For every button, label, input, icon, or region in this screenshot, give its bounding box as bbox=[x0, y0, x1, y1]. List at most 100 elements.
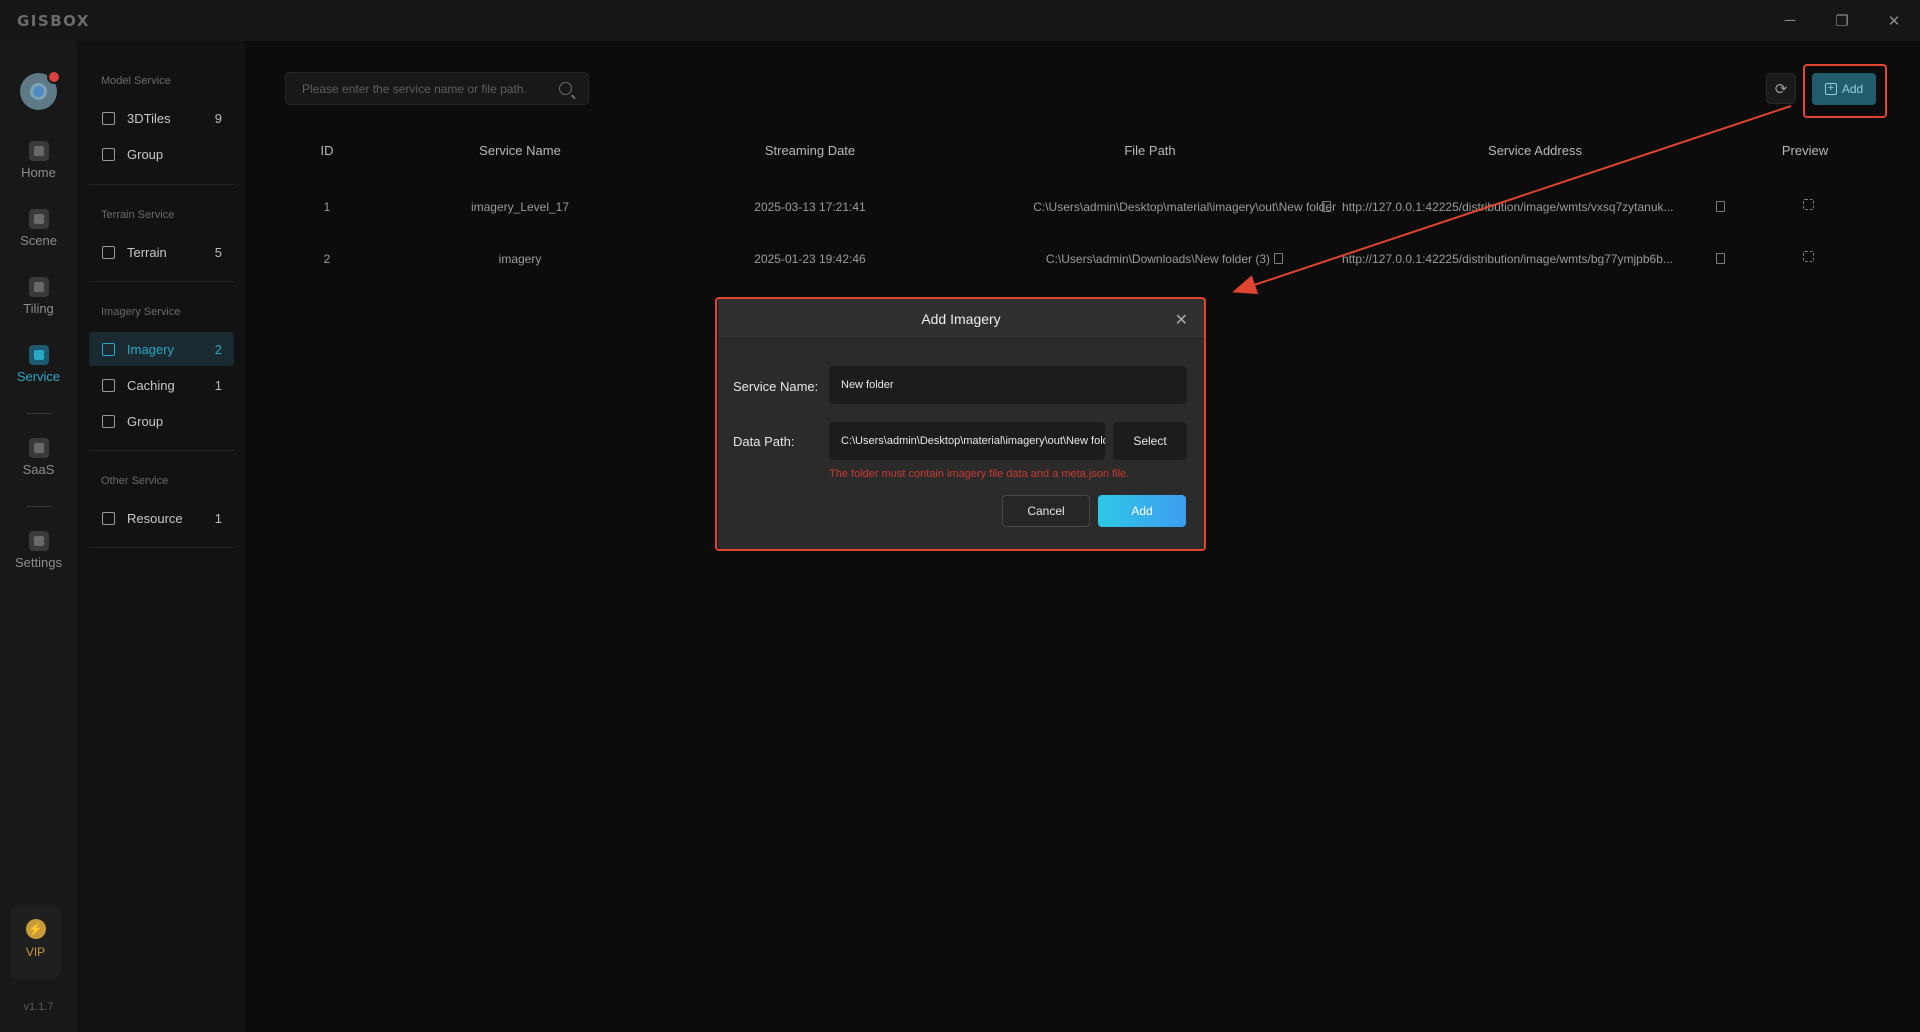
saas-icon bbox=[28, 438, 49, 458]
cell-service-address: http://127.0.0.1:42225/distribution/imag… bbox=[1342, 252, 1702, 266]
copy-address-icon[interactable] bbox=[1716, 201, 1725, 212]
file-path-text: C:\Users\admin\Desktop\material\imagery\… bbox=[1033, 200, 1336, 214]
sidebar-divider bbox=[89, 547, 234, 548]
imagery-icon bbox=[102, 342, 115, 356]
cell-service-address: http://127.0.0.1:42225/distribution/imag… bbox=[1342, 200, 1702, 214]
rail-label-tiling: Tiling bbox=[23, 301, 54, 316]
service-address-text: http://127.0.0.1:42225/distribution/imag… bbox=[1342, 252, 1673, 266]
rail-label-saas: SaaS bbox=[22, 462, 55, 477]
sidebar-item-3dtiles[interactable]: 3DTiles 9 bbox=[89, 101, 234, 135]
rail-label-home: Home bbox=[21, 165, 56, 180]
cell-streaming-date: 2025-03-13 17:21:41 bbox=[754, 200, 866, 214]
tiling-icon bbox=[28, 277, 49, 297]
cell-file-path: C:\Users\admin\Desktop\material\imagery\… bbox=[940, 200, 1360, 214]
search-icon[interactable] bbox=[559, 82, 572, 95]
rail-label-scene: Scene bbox=[20, 233, 57, 248]
cell-service-name: imagery_Level_17 bbox=[470, 200, 570, 214]
window-controls: ─ ❐ ✕ bbox=[1764, 0, 1920, 41]
sidebar-item-count: 2 bbox=[214, 341, 222, 357]
cancel-button[interactable]: Cancel bbox=[1002, 495, 1090, 527]
service-address-text: http://127.0.0.1:42225/distribution/imag… bbox=[1342, 200, 1674, 214]
confirm-add-button[interactable]: Add bbox=[1098, 495, 1186, 527]
sidebar-item-label: Imagery bbox=[127, 341, 174, 357]
cell-service-name: imagery bbox=[498, 252, 542, 266]
rail-item-service[interactable]: Service bbox=[0, 345, 77, 384]
title-bar: GISBOX ─ ❐ ✕ bbox=[0, 0, 1920, 41]
add-button-highlight bbox=[1803, 64, 1887, 118]
sidebar-item-terrain[interactable]: Terrain 5 bbox=[89, 235, 234, 269]
column-header-streaming-date: Streaming Date bbox=[764, 143, 856, 158]
sidebar-item-imagery-group[interactable]: Group bbox=[89, 404, 234, 438]
section-title-terrain: Terrain Service bbox=[101, 209, 175, 221]
dialog-title: Add Imagery bbox=[921, 310, 1001, 327]
sidebar-item-count: 9 bbox=[214, 110, 222, 126]
resource-icon bbox=[102, 511, 115, 525]
icon-rail: Home Scene Tiling Service SaaS Settings … bbox=[0, 41, 77, 1032]
add-imagery-dialog: Add Imagery ✕ Service Name: Data Path: S… bbox=[718, 299, 1204, 549]
copy-path-icon[interactable] bbox=[1274, 253, 1283, 264]
sidebar-item-count: 1 bbox=[214, 377, 222, 393]
preview-icon[interactable] bbox=[1803, 251, 1814, 262]
column-header-id: ID bbox=[320, 143, 334, 158]
sidebar-divider bbox=[89, 184, 234, 185]
close-icon[interactable]: ✕ bbox=[1175, 310, 1188, 330]
sidebar-item-imagery[interactable]: Imagery 2 bbox=[89, 332, 234, 366]
settings-icon bbox=[28, 531, 49, 551]
sidebar-item-label: 3DTiles bbox=[127, 110, 171, 126]
sidebar-item-count: 1 bbox=[214, 510, 222, 526]
caching-icon bbox=[102, 378, 115, 392]
service-name-field[interactable] bbox=[829, 366, 1187, 404]
sidebar-divider bbox=[89, 281, 234, 282]
rail-divider bbox=[27, 413, 51, 414]
group-icon bbox=[102, 414, 115, 428]
3dtiles-icon bbox=[102, 111, 115, 125]
rail-item-saas[interactable]: SaaS bbox=[0, 438, 77, 477]
preview-icon[interactable] bbox=[1803, 199, 1814, 210]
file-path-text: C:\Users\admin\Downloads\New folder (3) bbox=[1045, 252, 1270, 266]
search-box bbox=[285, 72, 589, 105]
rail-item-tiling[interactable]: Tiling bbox=[0, 277, 77, 316]
notification-dot bbox=[47, 70, 61, 84]
copy-address-icon[interactable] bbox=[1716, 253, 1725, 264]
sidebar-divider bbox=[89, 450, 234, 451]
rail-item-settings[interactable]: Settings bbox=[0, 531, 77, 570]
rail-divider bbox=[27, 506, 51, 507]
service-icon bbox=[28, 345, 49, 365]
sidebar-item-label: Group bbox=[127, 146, 164, 162]
copy-path-icon[interactable] bbox=[1322, 201, 1331, 212]
service-sidebar: Model Service 3DTiles 9 Group Terrain Se… bbox=[77, 41, 245, 1032]
home-icon bbox=[28, 141, 49, 161]
service-name-label: Service Name: bbox=[733, 379, 819, 394]
column-header-service-address: Service Address bbox=[1488, 143, 1582, 158]
cell-file-path: C:\Users\admin\Downloads\New folder (3) bbox=[960, 252, 1270, 266]
search-input[interactable] bbox=[286, 81, 546, 96]
terrain-icon bbox=[102, 245, 115, 259]
column-header-service-name: Service Name bbox=[479, 143, 561, 158]
rail-label-service: Service bbox=[16, 369, 61, 384]
refresh-icon: ⟳ bbox=[1774, 80, 1788, 98]
restore-button[interactable]: ❐ bbox=[1816, 0, 1868, 41]
sidebar-item-caching[interactable]: Caching 1 bbox=[89, 368, 234, 402]
select-folder-button[interactable]: Select bbox=[1113, 422, 1187, 460]
cell-id: 2 bbox=[323, 252, 331, 266]
sidebar-item-label: Resource bbox=[127, 510, 183, 526]
section-title-other: Other Service bbox=[101, 475, 169, 487]
cell-id: 1 bbox=[323, 200, 331, 214]
minimize-button[interactable]: ─ bbox=[1764, 0, 1816, 41]
rail-item-home[interactable]: Home bbox=[0, 141, 77, 180]
data-path-field[interactable] bbox=[829, 422, 1105, 460]
rail-item-scene[interactable]: Scene bbox=[0, 209, 77, 248]
section-title-model: Model Service bbox=[101, 75, 171, 87]
vip-button[interactable]: ⚡ VIP bbox=[10, 905, 61, 979]
sidebar-item-model-group[interactable]: Group bbox=[89, 137, 234, 171]
refresh-button[interactable]: ⟳ bbox=[1766, 73, 1796, 104]
validation-hint: The folder must contain imagery file dat… bbox=[829, 468, 1130, 480]
sidebar-item-label: Caching bbox=[127, 377, 175, 393]
column-header-file-path: File Path bbox=[1124, 143, 1176, 158]
avatar[interactable] bbox=[20, 70, 61, 110]
sidebar-item-count: 5 bbox=[214, 244, 222, 260]
sidebar-item-resource[interactable]: Resource 1 bbox=[89, 501, 234, 535]
vip-label: VIP bbox=[25, 945, 46, 959]
bolt-icon: ⚡ bbox=[25, 919, 46, 939]
close-window-button[interactable]: ✕ bbox=[1868, 0, 1920, 41]
